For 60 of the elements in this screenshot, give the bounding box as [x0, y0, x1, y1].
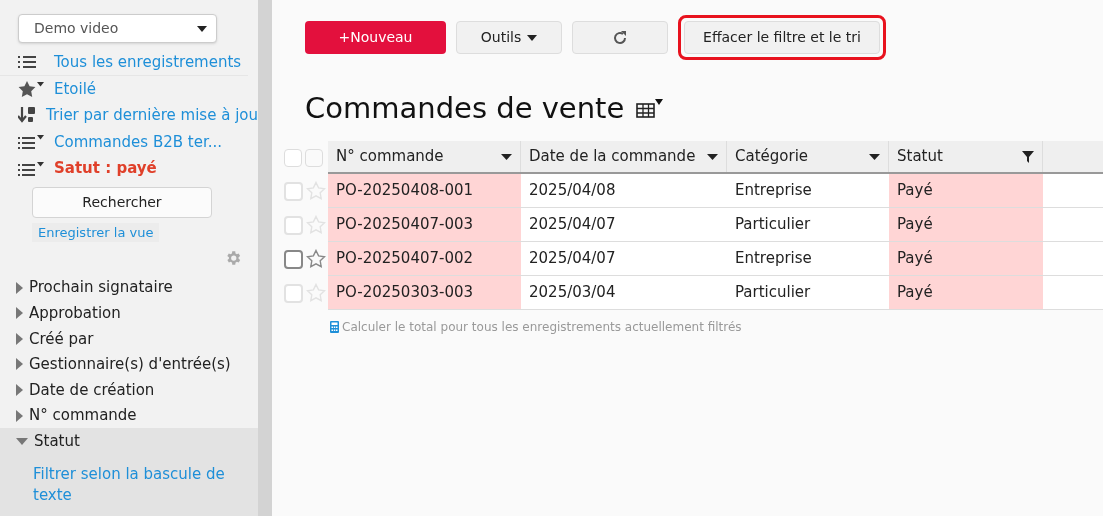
table-cell-text: Particulier [734, 282, 812, 304]
filter-item[interactable]: Prochain signataire [0, 274, 258, 301]
table-cell-text: Entreprise [734, 248, 813, 270]
checkbox[interactable] [284, 249, 303, 269]
caret-icon [16, 409, 23, 422]
caret-icon [527, 34, 538, 41]
caret-icon [16, 437, 28, 445]
table-view-icon[interactable] [636, 98, 665, 118]
view-link[interactable]: Satut : payé [54, 157, 157, 180]
refresh-icon [612, 29, 628, 46]
table-cell-text: Entreprise [734, 180, 813, 202]
table-cell: Payé [889, 242, 1043, 275]
table-cell-text: 2025/04/07 [528, 248, 617, 270]
table-cell: Payé [889, 174, 1043, 207]
table-cell-text: 2025/03/04 [528, 282, 617, 304]
app-select[interactable]: Demo video [18, 14, 217, 43]
column-header[interactable]: Catégorie [727, 141, 889, 172]
filter-icon[interactable] [1022, 150, 1034, 163]
column-header[interactable]: Date de la commande [521, 141, 727, 172]
caret-icon [16, 358, 23, 371]
sort-icon [18, 106, 36, 125]
caret-icon [16, 281, 23, 294]
sort-menu-icon[interactable] [707, 153, 718, 160]
star-icon[interactable] [306, 249, 326, 269]
table-cell: PO-20250303-003 [328, 276, 521, 309]
caret-icon [16, 307, 23, 320]
search-button[interactable]: Rechercher [32, 186, 212, 218]
sort-menu-icon[interactable] [501, 153, 512, 160]
column-header[interactable]: Statut [889, 141, 1043, 172]
filter-item[interactable]: N° commande [0, 402, 258, 429]
page-title: Commandes de vente [305, 90, 625, 127]
filter-item[interactable]: Approbation [0, 300, 258, 327]
list-filter-icon [18, 135, 44, 150]
caret-icon [16, 332, 23, 345]
new-button[interactable]: +Nouveau [305, 21, 446, 54]
add-button[interactable] [305, 148, 323, 167]
sort-menu-icon[interactable] [869, 153, 880, 160]
table-cell: Payé [889, 276, 1043, 309]
scrollbar[interactable] [258, 0, 272, 516]
table-cell: PO-20250408-001 [328, 174, 521, 207]
filter-item[interactable]: Date de création [0, 377, 258, 403]
table-cell-text: 2025/04/07 [528, 214, 617, 236]
filter-item[interactable]: Créé par [0, 326, 258, 352]
filter-item[interactable]: Gestionnaire(s) d'entrée(s) [0, 351, 258, 378]
filter-item[interactable]: Statut [0, 428, 258, 455]
column-header[interactable]: N° commande [328, 141, 521, 172]
calculator-icon [330, 321, 339, 333]
caret-icon [197, 25, 207, 32]
clear-filter-button[interactable]: Effacer le filtre et le tri [684, 21, 880, 54]
table-cell: Payé [889, 208, 1043, 241]
table-cell-text: 2025/04/08 [528, 180, 617, 202]
list-icon [18, 54, 36, 69]
tools-button[interactable]: Outils [456, 21, 562, 54]
table-cell-text: Particulier [734, 214, 812, 236]
caret-icon [16, 384, 23, 397]
star-filter-icon [18, 79, 44, 98]
table-cell: PO-20250407-002 [328, 242, 521, 275]
refresh-button[interactable] [572, 21, 668, 54]
table-cell: PO-20250407-003 [328, 208, 521, 241]
list-filter-icon [18, 161, 44, 176]
